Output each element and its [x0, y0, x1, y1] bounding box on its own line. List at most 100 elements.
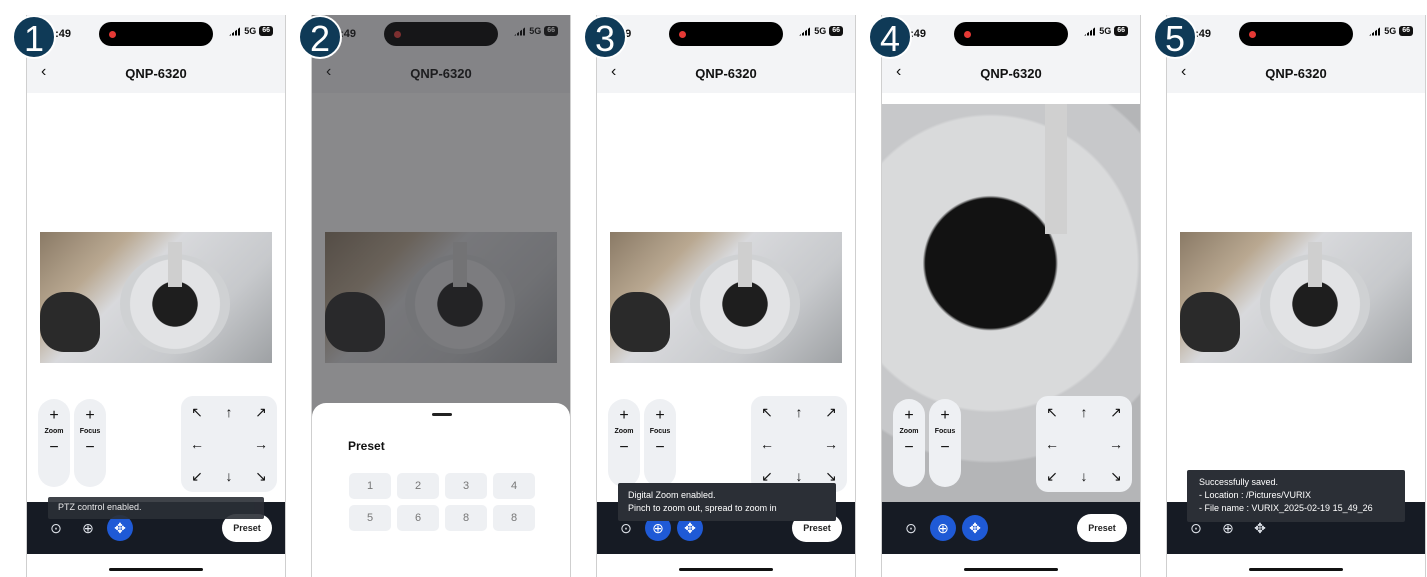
sheet-grabber[interactable]	[432, 413, 452, 416]
ptz-direction-pad: ↖ ↑ ↗ ← → ↙ ↓ ↘	[181, 396, 277, 492]
focus-plus-button[interactable]: +	[644, 407, 676, 425]
ptz-move-icon[interactable]: ✥	[962, 515, 988, 541]
preset-item[interactable]: 6	[397, 505, 439, 531]
pan-right-button[interactable]: →	[245, 428, 277, 460]
page-title: QNP-6320	[980, 66, 1042, 81]
pan-up-button[interactable]: ↑	[1068, 396, 1100, 428]
preset-item[interactable]: 3	[445, 473, 487, 499]
step-badge-2: 2	[298, 15, 342, 59]
recording-dot-icon	[1249, 31, 1256, 38]
phone-screen-3: 49 5G 66 ‹ QNP-6320 + Zoom − + Focus − ↖…	[596, 15, 856, 577]
zoom-control: + Zoom −	[38, 399, 70, 487]
camera-video-feed[interactable]	[610, 232, 842, 363]
preset-item[interactable]: 5	[349, 505, 391, 531]
status-indicators: 5G 66	[1084, 26, 1128, 36]
zoom-in-button[interactable]: +	[608, 407, 640, 425]
pan-right-button[interactable]: →	[815, 428, 847, 460]
pan-down-button[interactable]: ↓	[213, 460, 245, 492]
digital-zoom-toast: Digital Zoom enabled. Pinch to zoom out,…	[618, 483, 836, 521]
phone-screen-5: 3:49 5G 66 ‹ QNP-6320 Successfully saved…	[1166, 15, 1426, 577]
step-badge-3: 3	[583, 15, 627, 59]
dynamic-island	[1239, 22, 1353, 46]
toast-text: PTZ control enabled.	[58, 502, 142, 512]
pan-up-left-button[interactable]: ↖	[1036, 396, 1068, 428]
network-label: 5G	[1384, 26, 1397, 36]
focus-minus-button[interactable]: −	[74, 439, 106, 457]
pan-up-right-button[interactable]: ↗	[1100, 396, 1132, 428]
video-content	[738, 242, 752, 287]
preset-button[interactable]: Preset	[1077, 514, 1127, 542]
battery-icon: 66	[1114, 26, 1128, 36]
network-label: 5G	[814, 26, 827, 36]
signal-icon	[1084, 26, 1097, 36]
status-bar: 3:49 5G 66	[27, 15, 285, 53]
phone-screen-4: 3:49 5G 66 ‹ QNP-6320 + Zoom − + Focus −…	[881, 15, 1141, 577]
zoom-label: Zoom	[899, 428, 919, 435]
toast-text: Digital Zoom enabled.	[628, 490, 716, 500]
status-indicators: 5G 66	[229, 26, 273, 36]
nav-bar: ‹ QNP-6320	[597, 53, 855, 93]
dynamic-island	[954, 22, 1068, 46]
pan-down-right-button[interactable]: ↘	[245, 460, 277, 492]
focus-minus-button[interactable]: −	[929, 439, 961, 457]
pan-up-button[interactable]: ↑	[213, 396, 245, 428]
preset-item[interactable]: 4	[493, 473, 535, 499]
digital-zoom-icon[interactable]: ⊕	[930, 515, 956, 541]
dynamic-island	[99, 22, 213, 46]
preset-item[interactable]: 8	[445, 505, 487, 531]
focus-plus-button[interactable]: +	[74, 407, 106, 425]
focus-label: Focus	[934, 428, 956, 435]
step-badge-5: 5	[1153, 15, 1197, 59]
pan-up-left-button[interactable]: ↖	[181, 396, 213, 428]
camera-icon[interactable]: ⊙	[898, 515, 924, 541]
video-content	[168, 242, 182, 287]
signal-icon	[799, 26, 812, 36]
pan-right-button[interactable]: →	[1100, 428, 1132, 460]
pan-left-button[interactable]: ←	[181, 428, 213, 460]
nav-bar: ‹ QNP-6320	[1167, 53, 1425, 93]
video-content	[40, 292, 100, 352]
camera-video-feed[interactable]	[40, 232, 272, 363]
camera-video-feed[interactable]	[1180, 232, 1412, 363]
zoom-in-button[interactable]: +	[38, 407, 70, 425]
zoom-out-button[interactable]: −	[608, 439, 640, 457]
pan-down-left-button[interactable]: ↙	[1036, 460, 1068, 492]
pan-up-left-button[interactable]: ↖	[751, 396, 783, 428]
focus-plus-button[interactable]: +	[929, 407, 961, 425]
preset-item[interactable]: 8	[493, 505, 535, 531]
step-badge-1: 1	[12, 15, 56, 59]
preset-item[interactable]: 2	[397, 473, 439, 499]
pan-left-button[interactable]: ←	[1036, 428, 1068, 460]
pan-down-right-button[interactable]: ↘	[1100, 460, 1132, 492]
signal-icon	[229, 26, 242, 36]
bottom-toolbar: ⊙ ⊕ ✥ Preset	[882, 502, 1140, 554]
ptz-direction-pad: ↖ ↑ ↗ ← → ↙ ↓ ↘	[751, 396, 847, 492]
pan-up-right-button[interactable]: ↗	[815, 396, 847, 428]
toast-text: - File name : VURIX_2025-02-19 15_49_26	[1199, 503, 1373, 513]
pan-left-button[interactable]: ←	[751, 428, 783, 460]
preset-bottom-sheet: Preset 1 2 3 4 5 6 8 8	[312, 403, 570, 577]
zoom-in-button[interactable]: +	[893, 407, 925, 425]
pan-up-button[interactable]: ↑	[783, 396, 815, 428]
toast-text: Successfully saved.	[1199, 477, 1279, 487]
focus-minus-button[interactable]: −	[644, 439, 676, 457]
zoom-control: + Zoom −	[608, 399, 640, 487]
preset-item[interactable]: 1	[349, 473, 391, 499]
pan-up-right-button[interactable]: ↗	[245, 396, 277, 428]
nav-bar: ‹ QNP-6320	[882, 53, 1140, 93]
recording-dot-icon	[109, 31, 116, 38]
pan-down-button[interactable]: ↓	[1068, 460, 1100, 492]
zoom-label: Zoom	[614, 428, 634, 435]
page-title: QNP-6320	[1265, 66, 1327, 81]
video-content	[1180, 292, 1240, 352]
video-content	[1045, 104, 1067, 234]
zoom-out-button[interactable]: −	[38, 439, 70, 457]
video-content	[1308, 242, 1322, 287]
toast-text: Pinch to zoom out, spread to zoom in	[628, 503, 777, 513]
toast-text: - Location : /Pictures/VURIX	[1199, 490, 1312, 500]
pan-down-left-button[interactable]: ↙	[181, 460, 213, 492]
ptz-toast: PTZ control enabled.	[48, 497, 264, 519]
save-success-toast: Successfully saved. - Location : /Pictur…	[1187, 470, 1405, 522]
status-bar: 3:49 5G 66	[1167, 15, 1425, 53]
zoom-out-button[interactable]: −	[893, 439, 925, 457]
